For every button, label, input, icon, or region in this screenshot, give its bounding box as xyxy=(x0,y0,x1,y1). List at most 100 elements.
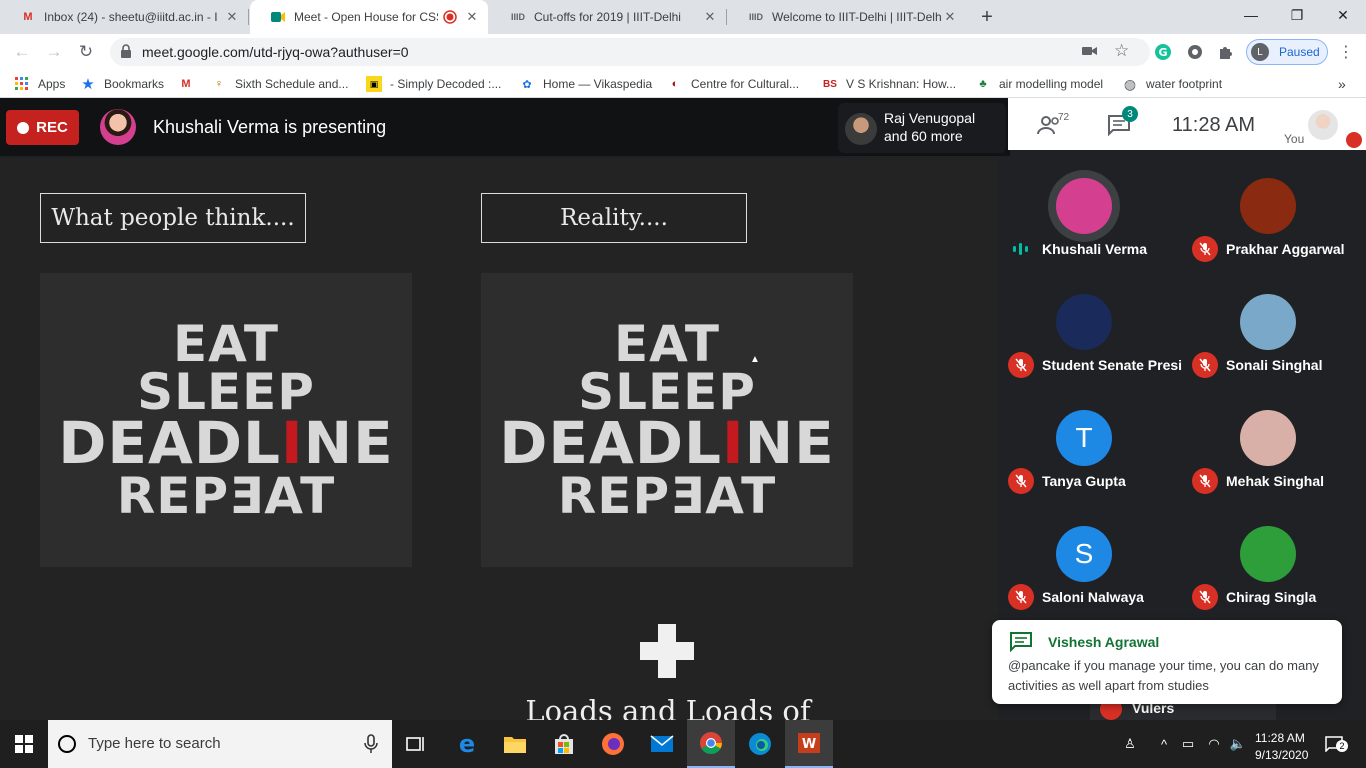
grammarly-icon[interactable]: G xyxy=(1153,42,1173,62)
close-window-button[interactable]: ✕ xyxy=(1320,0,1366,30)
chat-message: @pancake if you manage your time, you ca… xyxy=(1008,658,1319,693)
star-icon[interactable]: ☆ xyxy=(1114,41,1129,61)
menu-kebab-icon[interactable]: ⋮ xyxy=(1336,42,1356,62)
plus-icon xyxy=(640,624,694,678)
taskbar-store[interactable] xyxy=(540,720,588,768)
taskbar-file-explorer[interactable] xyxy=(491,720,539,768)
participant-summary-name: Raj Venugopal xyxy=(884,110,976,126)
bookmark-label: Sixth Schedule and... xyxy=(235,77,349,91)
reload-button[interactable]: ↻ xyxy=(72,38,100,66)
people-button[interactable]: 72 xyxy=(1030,112,1070,138)
lock-icon[interactable] xyxy=(120,44,132,64)
participant-name: Mehak Singhal xyxy=(1226,473,1325,489)
taskbar-chrome[interactable] xyxy=(687,720,735,768)
close-tab-icon[interactable]: ✕ xyxy=(464,9,480,25)
participant-tile[interactable]: Prakhar Aggarwal xyxy=(1184,164,1364,274)
address-bar[interactable]: meet.google.com/utd-rjyq-owa?authuser=0 … xyxy=(110,38,1150,66)
bookmark-air-modelling[interactable]: ♣ air modelling model xyxy=(975,76,1103,92)
participant-tile[interactable]: Khushali Verma xyxy=(1000,164,1180,274)
forward-button[interactable]: → xyxy=(40,38,68,66)
notification-center-icon[interactable]: 2 xyxy=(1324,734,1348,754)
bookmarks-overflow-button[interactable]: » xyxy=(1338,76,1346,92)
people-tray-icon[interactable]: ♙ xyxy=(1120,734,1140,754)
participant-tile[interactable]: T Tanya Gupta xyxy=(1000,396,1180,506)
minimize-button[interactable]: — xyxy=(1228,0,1274,30)
slide-right-heading: Reality.... xyxy=(481,193,747,243)
participant-tile[interactable]: Sonali Singhal xyxy=(1184,280,1364,390)
taskbar-edge-legacy[interactable]: e xyxy=(443,720,491,768)
show-hidden-icons-chevron[interactable]: ^ xyxy=(1154,734,1174,754)
edge-legacy-icon: e xyxy=(459,732,475,756)
slide-left-heading: What people think.... xyxy=(40,193,306,243)
avatar xyxy=(1240,178,1296,234)
iiitd-icon: IIID xyxy=(748,12,763,22)
profile-avatar: L xyxy=(1251,43,1269,61)
word-icon: W xyxy=(798,733,820,753)
mic-off-icon xyxy=(1192,236,1218,262)
avatar xyxy=(845,113,877,145)
chat-button[interactable]: 3 xyxy=(1104,106,1138,138)
bookmark-sixth-schedule[interactable]: ♀ Sixth Schedule and... xyxy=(211,76,349,92)
bookmark-vikaspedia[interactable]: ✿ Home — Vikaspedia xyxy=(519,76,652,92)
bookmark-apps[interactable]: Apps xyxy=(14,76,65,92)
participant-summary-chip[interactable]: Raj Venugopal and 60 more xyxy=(838,103,1006,153)
shirt-word: REPƎAT xyxy=(116,466,336,525)
camera-icon[interactable] xyxy=(1082,44,1098,63)
gmail-icon: M xyxy=(23,11,33,23)
bookmark-centre-cultural[interactable]: ◐ Centre for Cultural... xyxy=(667,76,799,92)
participant-name: Tanya Gupta xyxy=(1042,473,1126,489)
notification-count: 2 xyxy=(1336,740,1348,752)
taskbar-search[interactable]: Type here to search xyxy=(48,720,392,768)
battery-icon[interactable]: ▭ xyxy=(1178,734,1198,754)
meeting-clock: 11:28 AM xyxy=(1172,114,1256,136)
participant-tile[interactable]: Student Senate Presi... xyxy=(1000,280,1182,390)
tab-welcome-iiitd[interactable]: IIID Welcome to IIIT-Delhi | IIIT-Delhi … xyxy=(728,0,966,34)
tab-meet[interactable]: Meet - Open House for CSSS ✕ xyxy=(250,0,488,34)
extensions-puzzle-icon[interactable] xyxy=(1216,42,1236,62)
slide-image-right: EAT SLEEP DEADLINE REPƎAT xyxy=(481,273,853,567)
bs-icon: BS xyxy=(823,78,837,90)
folder-icon xyxy=(504,737,526,753)
tab-cutoffs[interactable]: IIID Cut-offs for 2019 | IIIT-Delhi ✕ xyxy=(490,0,726,34)
bookmark-favicon: ▣ xyxy=(366,76,382,92)
taskbar-mail[interactable] xyxy=(638,720,686,768)
chat-notification[interactable]: Vishesh Agrawal @pancake if you manage y… xyxy=(992,620,1342,704)
close-tab-icon[interactable]: ✕ xyxy=(702,9,718,25)
taskbar-firefox[interactable] xyxy=(589,720,637,768)
participant-name: Chirag Singla xyxy=(1226,589,1317,605)
restore-button[interactable]: ❐ xyxy=(1274,0,1320,30)
taskbar-edge[interactable] xyxy=(736,720,784,768)
system-date[interactable]: 9/13/2020 xyxy=(1255,748,1308,762)
bookmarks-bar: Apps ★ Bookmarks M ♀ Sixth Schedule and.… xyxy=(0,70,1366,98)
bookmark-vs-krishnan[interactable]: BS V S Krishnan: How... xyxy=(822,76,956,92)
participant-name: Student Senate Presi... xyxy=(1042,357,1182,373)
bookmark-simply-decoded[interactable]: ▣ - Simply Decoded :... xyxy=(366,76,501,92)
extension-circle-icon[interactable] xyxy=(1185,42,1205,62)
bookmark-gmail[interactable]: M xyxy=(178,76,202,92)
start-button[interactable] xyxy=(0,720,48,768)
back-button[interactable]: ← xyxy=(8,38,36,66)
self-label: You xyxy=(1284,132,1305,146)
record-dot-icon xyxy=(17,121,30,134)
microphone-icon[interactable] xyxy=(364,734,378,754)
bookmark-water-footprint[interactable]: ◍ water footprint xyxy=(1122,76,1222,92)
edge-icon xyxy=(749,733,771,755)
apps-grid-icon xyxy=(14,76,30,92)
profile-button[interactable]: L Paused xyxy=(1246,39,1328,65)
speaker-icon[interactable]: 🔈 xyxy=(1228,734,1248,754)
new-tab-button[interactable]: + xyxy=(976,6,998,28)
taskbar-word[interactable]: W xyxy=(785,720,833,768)
task-view-button[interactable] xyxy=(392,720,440,768)
bookmark-label: Bookmarks xyxy=(104,77,165,91)
self-avatar[interactable] xyxy=(1308,110,1338,140)
bookmark-label: V S Krishnan: How... xyxy=(846,77,957,91)
bookmark-bookmarks[interactable]: ★ Bookmarks xyxy=(80,76,165,93)
close-tab-icon[interactable]: ✕ xyxy=(942,9,958,25)
wifi-icon[interactable]: ◠ xyxy=(1204,734,1224,754)
system-time[interactable]: 11:28 AM xyxy=(1255,731,1305,745)
tab-gmail-inbox[interactable]: M Inbox (24) - sheetu@iiitd.ac.in - I ✕ xyxy=(0,0,248,34)
participant-tile[interactable]: S Saloni Nalwaya xyxy=(1000,512,1180,622)
close-tab-icon[interactable]: ✕ xyxy=(224,9,240,25)
participant-tile[interactable]: Mehak Singhal xyxy=(1184,396,1364,506)
participant-tile[interactable]: Chirag Singla xyxy=(1184,512,1364,622)
